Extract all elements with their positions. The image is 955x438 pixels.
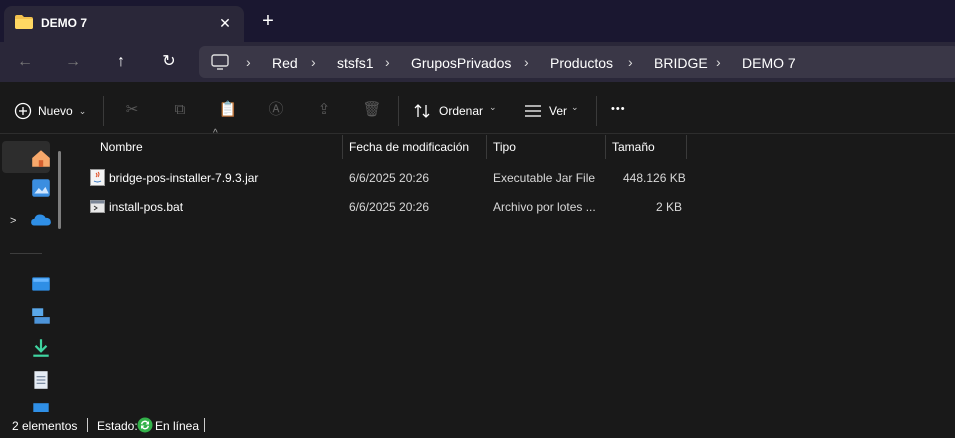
chevron-right-icon: › xyxy=(311,54,316,70)
onedrive-cloud-icon[interactable] xyxy=(30,209,52,231)
new-button-label: Nuevo xyxy=(38,104,73,118)
folder-icon xyxy=(15,15,33,29)
divider xyxy=(596,96,597,126)
pictures-icon[interactable] xyxy=(30,401,52,412)
sort-arrows-icon xyxy=(414,104,430,118)
tab-title: DEMO 7 xyxy=(41,16,88,30)
file-type: Archivo por lotes ... xyxy=(493,200,596,214)
file-name: bridge-pos-installer-7.9.3.jar xyxy=(109,171,259,185)
cut-icon[interactable]: ✂ xyxy=(122,100,142,120)
delete-icon[interactable]: 🗑 xyxy=(362,100,382,120)
java-jar-icon xyxy=(90,169,105,186)
new-button[interactable]: Nuevo ⌄ xyxy=(14,100,86,122)
file-size: 2 KB xyxy=(656,200,683,214)
more-options-button[interactable]: ••• xyxy=(611,103,626,115)
breadcrumb[interactable]: › Red › stsfs1 › GruposPrivados › Produc… xyxy=(199,46,955,78)
divider xyxy=(10,253,42,254)
table-row[interactable]: bridge-pos-installer-7.9.3.jar 6/6/2025 … xyxy=(84,164,686,192)
breadcrumb-item[interactable]: Red xyxy=(272,55,298,71)
navigation-pane: > xyxy=(0,135,62,412)
chevron-down-icon: ⌄ xyxy=(571,102,579,112)
breadcrumb-item[interactable]: BRIDGE xyxy=(654,55,708,71)
gallery-icon[interactable] xyxy=(30,177,52,199)
downloads-icon[interactable] xyxy=(30,337,52,359)
file-name: install-pos.bat xyxy=(109,200,184,214)
refresh-button[interactable]: ↻ xyxy=(158,51,180,73)
tab-demo-7[interactable]: DEMO 7 ✕ xyxy=(4,6,244,42)
divider xyxy=(204,418,205,432)
view-button[interactable]: Ver ⌄ xyxy=(524,100,586,122)
chevron-right-icon[interactable]: > xyxy=(10,215,16,227)
chevron-down-icon: ⌄ xyxy=(489,102,497,112)
title-bar: DEMO 7 ✕ + xyxy=(0,0,955,42)
command-bar: Nuevo ⌄ ✂ ⧉ 📋 Ⓐ ⇪ 🗑 Ordenar ⌄ Ver ⌄ ••• xyxy=(0,86,955,134)
up-button[interactable]: ↑ xyxy=(110,51,132,73)
breadcrumb-item-current[interactable]: DEMO 7 xyxy=(742,55,796,71)
sort-label: Ordenar xyxy=(439,104,484,118)
plus-circle-icon xyxy=(14,102,32,120)
rename-icon[interactable]: Ⓐ xyxy=(266,100,286,120)
chevron-right-icon: › xyxy=(628,54,633,70)
tab-close-button[interactable]: ✕ xyxy=(216,14,234,32)
status-bar: 2 elementos Estado: En línea xyxy=(0,412,955,438)
breadcrumb-item[interactable]: stsfs1 xyxy=(337,55,374,71)
file-type: Executable Jar File xyxy=(493,171,596,185)
file-modified: 6/6/2025 20:26 xyxy=(349,200,430,214)
status-value: En línea xyxy=(155,419,200,433)
item-count: 2 elementos xyxy=(12,419,78,433)
file-modified: 6/6/2025 20:26 xyxy=(349,171,430,185)
column-header-name[interactable]: Nombre xyxy=(94,135,343,159)
divider xyxy=(103,96,104,126)
new-tab-button[interactable]: + xyxy=(259,11,277,31)
chevron-down-icon: ⌄ xyxy=(78,105,87,116)
chevron-right-icon: › xyxy=(385,54,390,70)
share-icon[interactable]: ⇪ xyxy=(314,100,334,120)
file-list: ^ Nombre Fecha de modificación Tipo Tama… xyxy=(70,128,955,412)
breadcrumb-item[interactable]: GruposPrivados xyxy=(411,55,511,71)
column-header-type[interactable]: Tipo xyxy=(487,135,606,159)
chevron-right-icon: › xyxy=(524,54,529,70)
paste-icon[interactable]: 📋 xyxy=(218,100,238,120)
file-size: 448.126 KB xyxy=(623,171,686,185)
view-list-icon xyxy=(525,105,541,117)
table-row[interactable]: install-pos.bat 6/6/2025 20:26 Archivo p… xyxy=(84,193,684,221)
divider xyxy=(87,418,88,432)
breadcrumb-item[interactable]: Productos xyxy=(550,55,613,71)
divider xyxy=(398,96,399,126)
chevron-right-icon: › xyxy=(246,54,251,70)
home-icon xyxy=(32,150,50,167)
chevron-right-icon: › xyxy=(716,54,721,70)
status-label: Estado: xyxy=(97,419,138,433)
network-drive-icon[interactable] xyxy=(30,305,52,327)
back-button[interactable]: ← xyxy=(14,51,36,73)
view-label: Ver xyxy=(549,104,568,118)
sort-button[interactable]: Ordenar ⌄ xyxy=(414,100,504,122)
sidebar-scrollbar[interactable] xyxy=(58,151,61,229)
documents-icon[interactable] xyxy=(30,369,52,391)
sync-online-icon xyxy=(137,417,153,433)
column-header-size[interactable]: Tamaño xyxy=(606,135,687,159)
address-toolbar: ← → ↑ ↻ › Red › stsfs1 › GruposPrivados … xyxy=(0,42,955,82)
desktop-icon[interactable] xyxy=(30,273,52,295)
copy-icon[interactable]: ⧉ xyxy=(170,100,190,120)
column-header-modified[interactable]: Fecha de modificación xyxy=(343,135,487,159)
forward-button[interactable]: → xyxy=(62,51,84,73)
batch-file-icon xyxy=(90,200,105,213)
computer-icon xyxy=(211,54,229,70)
